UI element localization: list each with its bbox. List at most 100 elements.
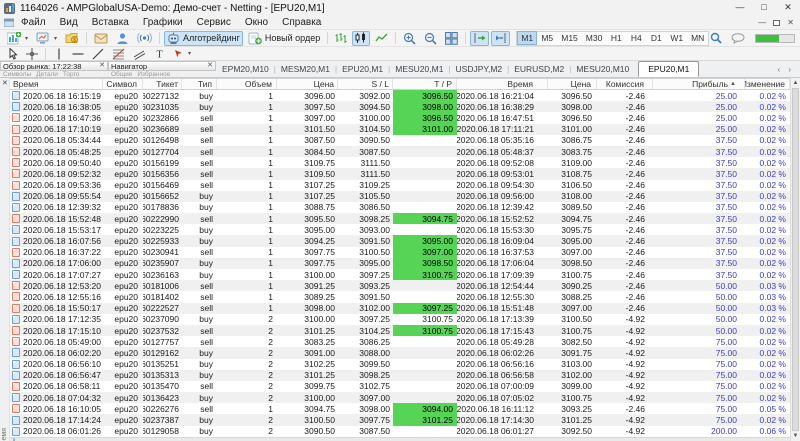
line-chart-type-icon[interactable] — [372, 31, 391, 46]
deal-row[interactable]: 2020.06.18 05:34:44epu2060126498sell1308… — [10, 135, 790, 146]
timeframe-button-h1[interactable]: H1 — [606, 31, 626, 45]
window-close-button[interactable]: ✕ — [776, 0, 800, 16]
gutter-close-icon[interactable]: ✕ — [2, 79, 8, 87]
deal-row[interactable]: 2020.06.18 17:14:24epu2060237387buy23100… — [10, 414, 790, 425]
timeframe-button-m1[interactable]: M1 — [517, 31, 537, 45]
deal-row[interactable]: 2020.06.18 17:15:10epu2060237532sell2310… — [10, 325, 790, 336]
horizontal-line-tool-icon[interactable] — [69, 47, 87, 60]
chart-shift-icon[interactable] — [491, 31, 510, 46]
scrollbar-thumb[interactable] — [792, 88, 799, 431]
deal-row[interactable]: 2020.06.18 06:56:47epu2060135313buy23101… — [10, 370, 790, 381]
chart-tab-3[interactable]: MESU20,M1 — [395, 64, 443, 74]
deal-row[interactable]: 2020.06.18 16:38:05epu2060231035buy13097… — [10, 101, 790, 112]
deal-row[interactable]: 2020.06.18 09:55:54epu2060156652buy13107… — [10, 191, 790, 202]
deal-row[interactable]: 2020.06.18 17:12:35epu2060237090buy23100… — [10, 314, 790, 325]
timeframe-button-h4[interactable]: H4 — [626, 31, 646, 45]
navigator-subtab-0[interactable]: Общие — [111, 71, 132, 78]
fibonacci-tool-icon[interactable] — [109, 47, 128, 60]
menu-item-0[interactable]: Файл — [14, 16, 53, 29]
deal-row[interactable]: 2020.06.18 05:48:25epu2060127704sell1308… — [10, 146, 790, 157]
menu-item-6[interactable]: Справка — [275, 16, 328, 29]
column-header-sl[interactable]: S / L — [338, 79, 393, 89]
history-center-button[interactable]: $ — [62, 31, 82, 46]
timeframe-button-w1[interactable]: W1 — [666, 31, 687, 45]
menu-item-3[interactable]: Графики — [136, 16, 190, 29]
mdi-restore-button[interactable] — [773, 20, 780, 26]
zoom-in-icon[interactable] — [400, 31, 419, 46]
timeframe-button-m5[interactable]: M5 — [537, 31, 557, 45]
deal-row[interactable]: 2020.06.18 06:01:26epu2060129058buy23090… — [10, 426, 790, 437]
mdi-minimize-button[interactable]: — — [758, 18, 766, 28]
chart-tab-5[interactable]: EURUSD,M2 — [514, 64, 564, 74]
trendline-tool-icon[interactable] — [89, 47, 107, 60]
deal-row[interactable]: 2020.06.18 05:49:00epu2060127757sell2308… — [10, 336, 790, 347]
market-watch-subtab-1[interactable]: Детали — [36, 71, 58, 78]
deal-row[interactable]: 2020.06.18 16:10:05epu2060226276sell1309… — [10, 403, 790, 414]
timeframe-button-mn[interactable]: MN — [687, 31, 708, 45]
candlestick-chart-type-icon[interactable] — [352, 31, 370, 46]
menu-item-5[interactable]: Окно — [238, 16, 275, 29]
zoom-out-icon[interactable] — [421, 31, 440, 46]
column-header-p[interactable]: Цена — [277, 79, 338, 89]
timeframe-button-d1[interactable]: D1 — [646, 31, 666, 45]
column-header-t1[interactable]: Время — [10, 79, 103, 89]
new-chart-button[interactable]: ▾ — [4, 31, 31, 46]
tab-scroll-arrows[interactable]: ‹ › — [777, 65, 794, 74]
chart-tab-0[interactable]: EPM20,M10 — [222, 64, 269, 74]
arrows-tool-icon[interactable]: ▾ — [170, 47, 194, 60]
chart-tab-active[interactable]: EPU20,M1 — [638, 61, 699, 77]
window-minimize-button[interactable]: — — [728, 0, 752, 16]
deal-row[interactable]: 2020.06.18 09:52:32epu2060156356sell1310… — [10, 168, 790, 179]
deal-row[interactable]: 2020.06.18 06:58:11epu2060135470sell2309… — [10, 381, 790, 392]
chart-tab-4[interactable]: USDJPY,M2 — [456, 64, 503, 74]
tile-windows-icon[interactable] — [442, 31, 461, 46]
column-header-sym[interactable]: Символ — [103, 79, 143, 89]
column-header-v[interactable]: Объем — [217, 79, 277, 89]
menu-item-1[interactable]: Вид — [53, 16, 85, 29]
algo-trading-button[interactable]: Алготрейдинг — [164, 31, 243, 46]
deal-row[interactable]: 2020.06.18 16:15:19epu2060227132buy13096… — [10, 90, 790, 101]
mail-icon[interactable] — [91, 31, 111, 46]
deal-row[interactable]: 2020.06.18 12:53:20epu2060181006sell1309… — [10, 280, 790, 291]
chart-tab-1[interactable]: MESM20,M1 — [281, 64, 330, 74]
deal-row[interactable]: 2020.06.18 12:39:32epu2060178836buy13088… — [10, 202, 790, 213]
new-order-button[interactable]: Новый ордер — [245, 31, 323, 46]
chart-tab-6[interactable]: MESU20,M10 — [576, 64, 629, 74]
mdi-close-button[interactable]: ✕ — [787, 18, 794, 28]
deal-row[interactable]: 2020.06.18 16:37:22epu2060230941sell1309… — [10, 247, 790, 258]
crosshair-tool-icon[interactable] — [23, 47, 41, 60]
column-header-c[interactable]: Комиссия — [597, 79, 653, 89]
community-icon[interactable] — [113, 31, 132, 46]
deal-row[interactable]: 2020.06.18 17:06:00epu2060235907buy13097… — [10, 258, 790, 269]
deal-row[interactable]: 2020.06.18 17:10:19epu2060236689sell1310… — [10, 124, 790, 135]
bar-chart-type-icon[interactable] — [332, 31, 350, 46]
deal-row[interactable]: 2020.06.18 15:50:17epu2060222527sell1309… — [10, 303, 790, 314]
chat-icon[interactable] — [731, 33, 746, 44]
vertical-scrollbar[interactable]: ▲ ▼ — [790, 78, 800, 441]
column-header-tk[interactable]: Тикет — [143, 79, 182, 89]
deal-row[interactable]: 2020.06.18 09:50:40epu2060156199sell1310… — [10, 157, 790, 168]
chart-tab-2[interactable]: EPU20,M1 — [342, 64, 383, 74]
timeframe-button-m15[interactable]: M15 — [557, 31, 582, 45]
deal-row[interactable]: 2020.06.18 15:53:17epu2060223225buy13095… — [10, 224, 790, 235]
auto-scroll-icon[interactable] — [470, 31, 489, 46]
search-icon[interactable] — [710, 32, 722, 44]
deal-row[interactable]: 2020.06.18 12:55:16epu2060181402sell1308… — [10, 291, 790, 302]
menu-item-2[interactable]: Вставка — [85, 16, 136, 29]
timeframe-button-m30[interactable]: M30 — [582, 31, 607, 45]
deal-row[interactable]: 2020.06.18 16:47:36epu2060232866sell1309… — [10, 112, 790, 123]
scroll-up-icon[interactable]: ▲ — [791, 78, 800, 88]
window-maximize-button[interactable]: □ — [752, 0, 776, 16]
column-header-tp[interactable]: T / P — [393, 79, 457, 89]
column-header-ch[interactable]: Изменение — [745, 79, 790, 89]
deal-row[interactable]: 2020.06.18 07:04:32epu2060136423buy23100… — [10, 392, 790, 403]
vertical-line-tool-icon[interactable] — [50, 47, 67, 60]
deal-row[interactable]: 2020.06.18 06:02:20epu2060129162buy23091… — [10, 347, 790, 358]
market-watch-subtab-0[interactable]: Символы — [3, 71, 31, 78]
profiles-button[interactable]: ▾ — [33, 31, 60, 46]
market-watch-subtab-2[interactable]: Торго — [63, 71, 80, 78]
column-header-pr[interactable]: Прибыль▲ — [653, 79, 745, 89]
deal-row[interactable]: 2020.06.18 16:07:56epu2060225933buy13094… — [10, 235, 790, 246]
market-watch-close-icon[interactable]: ✕ — [97, 62, 105, 70]
deal-row[interactable]: 2020.06.18 15:52:48epu2060222990sell1309… — [10, 213, 790, 224]
